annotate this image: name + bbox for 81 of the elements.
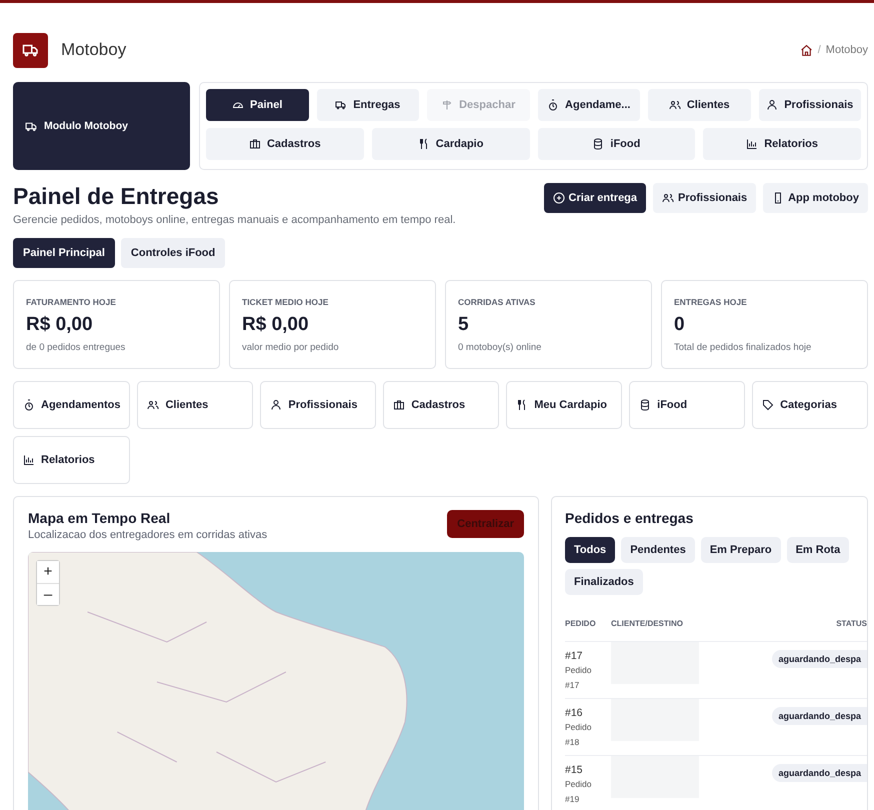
stat-note: de 0 pedidos entregues <box>26 342 126 352</box>
status-badge: aguardando_despa <box>772 650 867 668</box>
order-description: Pedido #18 <box>565 721 592 749</box>
column-header: STATUS <box>835 618 867 628</box>
action-button[interactable]: Criar entrega <box>544 183 646 213</box>
stat-value: 5 <box>458 314 470 336</box>
people-icon <box>668 99 681 111</box>
filter-chip[interactable]: Em Rota <box>786 537 850 563</box>
signpost-icon <box>441 99 454 111</box>
nav-button[interactable]: Relatorios <box>703 128 861 160</box>
truck-icon <box>335 99 348 111</box>
stat-label: TICKET MEDIO HOJE <box>242 296 330 306</box>
truck-icon <box>25 120 38 132</box>
tag-icon <box>762 399 774 411</box>
map-subtitle: Localizacao dos entregadores em corridas ativas <box>28 529 268 541</box>
stat-label: CORRIDAS ATIVAS <box>458 296 536 306</box>
nav-button[interactable]: Agendame... <box>538 89 640 121</box>
shortcut-button[interactable]: Meu Cardapio <box>506 381 622 429</box>
stat-value: R$ 0,00 <box>242 314 310 336</box>
stat-note: Total de pedidos finalizados hoje <box>674 342 812 352</box>
person-icon <box>270 399 282 411</box>
filter-chip[interactable]: Em Preparo <box>700 537 781 563</box>
zoom-out-button[interactable]: – <box>37 583 59 605</box>
breadcrumb-separator: / <box>818 44 821 56</box>
breadcrumb-item[interactable]: Motoboy <box>826 44 868 56</box>
shortcut-button[interactable]: Profissionais <box>260 381 376 429</box>
tab[interactable]: Painel Principal <box>13 238 115 268</box>
nav-button[interactable]: Cardapio <box>372 128 530 160</box>
column-header: PEDIDO <box>565 618 597 628</box>
shortcut-button[interactable]: Categorias <box>752 381 868 429</box>
order-number: #16 <box>565 707 584 719</box>
action-button[interactable]: App motoboy <box>763 183 868 213</box>
order-description: Pedido #19 <box>565 778 592 806</box>
shortcut-button[interactable]: Clientes <box>137 381 254 429</box>
shortcut-button[interactable]: Relatorios <box>13 436 130 484</box>
stat-label: ENTREGAS HOJE <box>674 296 748 306</box>
stopwatch-icon <box>23 399 35 411</box>
shortcut-button[interactable]: Cadastros <box>383 381 500 429</box>
shortcut-button[interactable]: Agendamentos <box>13 381 130 429</box>
database-icon <box>592 138 604 150</box>
suitcase-icon <box>248 138 261 150</box>
stat-value: 0 <box>674 314 686 336</box>
stat-label: FATURAMENTO HOJE <box>26 296 117 306</box>
nav-button[interactable]: Profissionais <box>758 89 861 121</box>
nav-button[interactable]: iFood <box>538 128 696 160</box>
stat-note: valor medio por pedido <box>242 342 340 352</box>
stopwatch-icon <box>547 99 560 111</box>
order-number: #17 <box>565 650 584 662</box>
page-title: Painel de Entregas <box>13 183 220 210</box>
bar-chart-icon <box>23 454 35 466</box>
filter-chip[interactable]: Pendentes <box>621 537 695 563</box>
filter-chip[interactable]: Finalizados <box>565 569 643 595</box>
nav-button[interactable]: Cadastros <box>206 128 364 160</box>
database-icon <box>639 399 652 411</box>
order-description: Pedido #17 <box>565 664 592 692</box>
module-label: Modulo Motoboy <box>44 120 128 132</box>
status-badge: aguardando_despa <box>772 764 867 782</box>
shortcut-button[interactable]: iFood <box>629 381 746 429</box>
bar-chart-icon <box>746 138 758 150</box>
filter-chip[interactable]: Todos <box>565 537 616 563</box>
page-header-title: Motoboy <box>61 40 126 60</box>
status-badge: aguardando_despa <box>772 707 867 725</box>
nav-button[interactable]: Clientes <box>648 89 750 121</box>
truck-logo <box>13 32 48 68</box>
order-number: #15 <box>565 764 584 776</box>
column-header: CLIENTE/DESTINO <box>611 618 684 628</box>
people-icon <box>147 399 160 411</box>
action-button[interactable]: Profissionais <box>653 183 756 213</box>
nav-button[interactable]: Painel <box>206 89 308 121</box>
nav-button[interactable]: Entregas <box>316 89 419 121</box>
stat-value: R$ 0,00 <box>26 314 94 336</box>
map-title: Mapa em Tempo Real <box>28 510 172 526</box>
tab[interactable]: Controles iFood <box>120 238 226 268</box>
cutlery-icon <box>418 138 430 150</box>
page-subtitle: Gerencie pedidos, motoboys online, entregas manuais e acompanhamento em tempo real. <box>13 214 456 226</box>
person-icon <box>766 99 778 111</box>
home-icon[interactable] <box>800 44 813 56</box>
people-icon <box>662 192 674 204</box>
stat-note: 0 motoboy(s) online <box>458 342 542 352</box>
suitcase-icon <box>393 399 406 411</box>
orders-title: Pedidos e entregas <box>565 510 694 526</box>
